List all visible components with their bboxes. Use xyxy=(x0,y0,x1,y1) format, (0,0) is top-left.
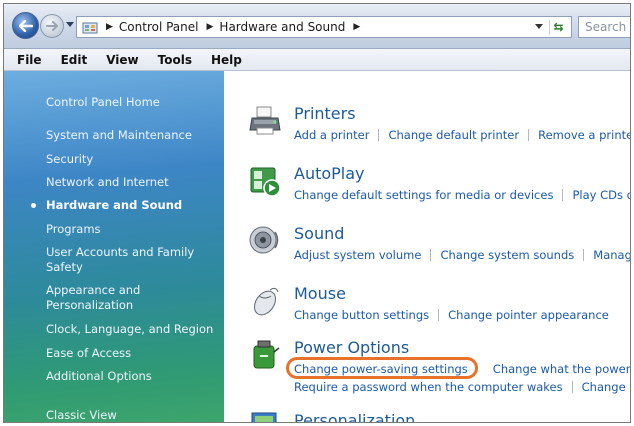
sidebar-item-programs[interactable]: Programs xyxy=(46,222,101,237)
printer-icon[interactable] xyxy=(248,104,282,138)
refresh-icon[interactable]: ⇆ xyxy=(549,20,567,35)
category-links: Require a password when the computer wak… xyxy=(294,380,630,394)
link-remove-printer[interactable]: Remove a printer xyxy=(538,128,630,142)
category-mouse: Mouse Change button settings Change poin… xyxy=(224,284,630,344)
link-adjust-volume[interactable]: Adjust system volume xyxy=(294,248,421,262)
speaker-icon[interactable] xyxy=(248,224,282,258)
link-change-button-settings[interactable]: Change button settings xyxy=(294,308,429,322)
menu-tools[interactable]: Tools xyxy=(158,53,192,67)
category-links: Change default settings for media or dev… xyxy=(294,188,630,202)
menu-view[interactable]: View xyxy=(106,53,138,67)
sidebar-item-additional-options[interactable]: Additional Options xyxy=(46,369,152,384)
breadcrumb-separator-icon[interactable]: ▶ xyxy=(207,22,214,32)
mouse-icon[interactable] xyxy=(248,284,282,318)
category-sound: Sound Adjust system volume Change system… xyxy=(224,224,630,284)
category-autoplay: AutoPlay Change default settings for med… xyxy=(224,164,630,224)
link-separator xyxy=(571,381,573,393)
link-change-power-buttons[interactable]: Change what the power buttons do xyxy=(493,362,630,376)
sidebar-item-ease-of-access[interactable]: Ease of Access xyxy=(46,346,131,361)
highlight-annotation xyxy=(286,357,478,379)
breadcrumb-separator-icon[interactable]: ▶ xyxy=(106,22,113,32)
sidebar-item-clock-language-region[interactable]: Clock, Language, and Region xyxy=(46,322,213,337)
link-add-printer[interactable]: Add a printer xyxy=(294,128,369,142)
category-links: Adjust system volume Change system sound… xyxy=(294,248,630,262)
sidebar: Control Panel Home System and Maintenanc… xyxy=(4,71,224,422)
autoplay-icon[interactable] xyxy=(248,164,282,198)
link-change-pointer-appearance[interactable]: Change pointer appearance xyxy=(448,308,609,322)
category-title-power-options[interactable]: Power Options xyxy=(294,338,409,357)
category-title-sound[interactable]: Sound xyxy=(294,224,344,243)
forward-button[interactable] xyxy=(40,14,64,38)
link-manage-audio-devices[interactable]: Manage audio devices xyxy=(593,248,630,262)
menu-edit[interactable]: Edit xyxy=(61,53,88,67)
address-toolbar: ▶ Control Panel ▶ Hardware and Sound ▶ ⇆… xyxy=(4,4,630,49)
sidebar-item-user-accounts[interactable]: User Accounts and Family Safety xyxy=(46,245,196,275)
main-content: Printers Add a printer Change default pr… xyxy=(224,71,630,422)
link-separator xyxy=(562,189,564,201)
category-printers: Printers Add a printer Change default pr… xyxy=(224,104,630,164)
breadcrumb-separator-icon[interactable]: ▶ xyxy=(353,22,360,32)
back-button[interactable] xyxy=(12,12,39,39)
sidebar-item-system-and-maintenance[interactable]: System and Maintenance xyxy=(46,128,192,143)
sidebar-item-control-panel-home[interactable]: Control Panel Home xyxy=(46,95,160,110)
current-item-bullet-icon xyxy=(31,203,36,208)
link-separator xyxy=(430,249,432,261)
category-title-personalization[interactable]: Personalization xyxy=(294,411,415,422)
breadcrumb-hardware-and-sound[interactable]: Hardware and Sound xyxy=(219,20,345,34)
control-panel-icon xyxy=(82,20,98,34)
sidebar-item-hardware-and-sound[interactable]: Hardware and Sound xyxy=(46,198,182,213)
window: ▶ Control Panel ▶ Hardware and Sound ▶ ⇆… xyxy=(3,3,631,423)
link-play-cds[interactable]: Play CDs or other media automatically xyxy=(572,188,630,202)
link-change-media-defaults[interactable]: Change default settings for media or dev… xyxy=(294,188,553,202)
link-change-system-sounds[interactable]: Change system sounds xyxy=(440,248,574,262)
link-separator xyxy=(583,249,585,261)
link-change-default-printer[interactable]: Change default printer xyxy=(388,128,519,142)
sidebar-item-classic-view[interactable]: Classic View xyxy=(46,408,117,422)
link-change-sleep-time[interactable]: Change when the computer sleeps xyxy=(582,380,630,394)
forward-arrow-icon xyxy=(46,21,58,31)
search-input[interactable]: Search xyxy=(578,16,630,38)
menu-help[interactable]: Help xyxy=(211,53,242,67)
recent-pages-dropdown-icon[interactable] xyxy=(66,22,74,27)
category-links: Change button settings Change pointer ap… xyxy=(294,308,609,322)
menu-bar: File Edit View Tools Help xyxy=(4,49,630,71)
sidebar-item-appearance[interactable]: Appearance and Personalization xyxy=(46,283,156,313)
link-separator xyxy=(438,309,440,321)
address-dropdown-icon[interactable] xyxy=(535,24,543,29)
address-field[interactable]: ▶ Control Panel ▶ Hardware and Sound ▶ ⇆ xyxy=(76,16,572,38)
link-separator xyxy=(378,129,380,141)
link-require-password-on-wake[interactable]: Require a password when the computer wak… xyxy=(294,380,563,394)
menu-file[interactable]: File xyxy=(17,53,42,67)
category-title-printers[interactable]: Printers xyxy=(294,104,356,123)
power-options-icon[interactable] xyxy=(248,338,282,372)
sidebar-item-network-and-internet[interactable]: Network and Internet xyxy=(46,175,169,190)
breadcrumb-control-panel[interactable]: Control Panel xyxy=(119,20,199,34)
link-separator xyxy=(528,129,530,141)
category-title-autoplay[interactable]: AutoPlay xyxy=(294,164,365,183)
back-arrow-icon xyxy=(18,19,33,32)
sidebar-item-security[interactable]: Security xyxy=(46,152,93,167)
category-links: Add a printer Change default printer Rem… xyxy=(294,128,630,142)
personalization-icon[interactable] xyxy=(248,409,282,422)
category-title-mouse[interactable]: Mouse xyxy=(294,284,346,303)
